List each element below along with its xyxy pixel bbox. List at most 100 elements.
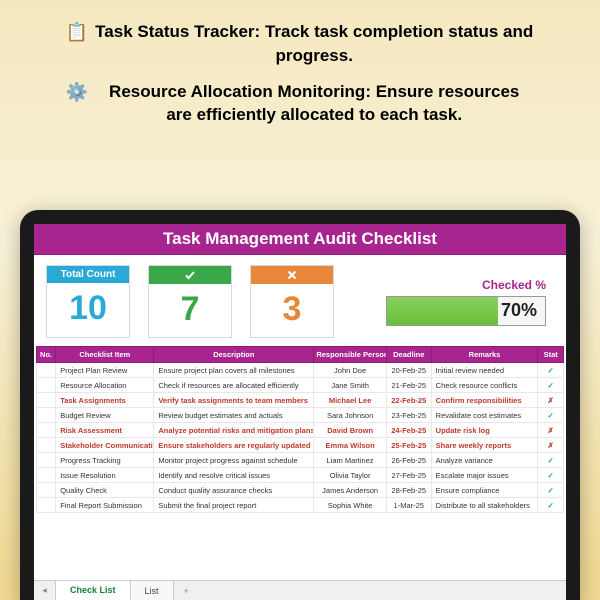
cell-person[interactable]: Emma Wilson: [314, 438, 387, 453]
cell-item[interactable]: Quality Check: [56, 483, 154, 498]
cell-no[interactable]: [37, 378, 56, 393]
check-icon: [149, 266, 231, 284]
cell-item[interactable]: Risk Assessment: [56, 423, 154, 438]
cell-status[interactable]: ✓: [538, 498, 564, 513]
cell-deadline[interactable]: 21-Feb-25: [386, 378, 431, 393]
tab-add[interactable]: +: [174, 581, 199, 600]
col-item[interactable]: Checklist Item: [56, 347, 154, 363]
cell-person[interactable]: David Brown: [314, 423, 387, 438]
progress-fill: [387, 297, 498, 325]
cell-deadline[interactable]: 23-Feb-25: [386, 408, 431, 423]
cell-remarks[interactable]: Confirm responsibilities: [431, 393, 538, 408]
cell-deadline[interactable]: 20-Feb-25: [386, 363, 431, 378]
promo-line-2-text: Resource Allocation Monitoring: Ensure r…: [94, 80, 534, 128]
cell-remarks[interactable]: Escalate major issues: [431, 468, 538, 483]
cell-deadline[interactable]: 22-Feb-25: [386, 393, 431, 408]
cell-person[interactable]: Sara Johnson: [314, 408, 387, 423]
cell-desc[interactable]: Conduct quality assurance checks: [154, 483, 314, 498]
cell-remarks[interactable]: Revalidate cost estimates: [431, 408, 538, 423]
gear-icon: ⚙️: [66, 80, 88, 105]
tab-check-list[interactable]: Check List: [56, 581, 131, 600]
cell-no[interactable]: [37, 408, 56, 423]
cell-no[interactable]: [37, 483, 56, 498]
cell-status[interactable]: ✓: [538, 468, 564, 483]
cell-no[interactable]: [37, 438, 56, 453]
cell-person[interactable]: Olivia Taylor: [314, 468, 387, 483]
tab-list[interactable]: List: [131, 581, 174, 600]
cell-desc[interactable]: Analyze potential risks and mitigation p…: [154, 423, 314, 438]
col-desc[interactable]: Description: [154, 347, 314, 363]
cell-deadline[interactable]: 1-Mar-25: [386, 498, 431, 513]
col-remarks[interactable]: Remarks: [431, 347, 538, 363]
cell-remarks[interactable]: Check resource conflicts: [431, 378, 538, 393]
cell-desc[interactable]: Review budget estimates and actuals: [154, 408, 314, 423]
cell-remarks[interactable]: Update risk log: [431, 423, 538, 438]
table-row[interactable]: Budget ReviewReview budget estimates and…: [37, 408, 564, 423]
promo-line-1-rest: Track task completion status and progres…: [265, 22, 533, 65]
cell-deadline[interactable]: 24-Feb-25: [386, 423, 431, 438]
cell-status[interactable]: ✓: [538, 408, 564, 423]
cell-item[interactable]: Resource Allocation: [56, 378, 154, 393]
table-row[interactable]: Final Report SubmissionSubmit the final …: [37, 498, 564, 513]
cell-status[interactable]: ✓: [538, 363, 564, 378]
progress-bar: 70%: [386, 296, 546, 326]
col-person[interactable]: Responsible Person: [314, 347, 387, 363]
cell-remarks[interactable]: Initial review needed: [431, 363, 538, 378]
cell-status[interactable]: ✓: [538, 378, 564, 393]
cell-item[interactable]: Issue Resolution: [56, 468, 154, 483]
table-row[interactable]: Quality CheckConduct quality assurance c…: [37, 483, 564, 498]
cell-no[interactable]: [37, 423, 56, 438]
cell-item[interactable]: Project Plan Review: [56, 363, 154, 378]
cell-person[interactable]: John Doe: [314, 363, 387, 378]
cell-status[interactable]: ✗: [538, 423, 564, 438]
cell-status[interactable]: ✗: [538, 393, 564, 408]
cell-person[interactable]: Liam Martinez: [314, 453, 387, 468]
cell-no[interactable]: [37, 393, 56, 408]
cell-deadline[interactable]: 25-Feb-25: [386, 438, 431, 453]
stat-fail-value: 3: [251, 284, 333, 337]
cell-status[interactable]: ✗: [538, 438, 564, 453]
cell-desc[interactable]: Check if resources are allocated efficie…: [154, 378, 314, 393]
cell-remarks[interactable]: Share weekly reports: [431, 438, 538, 453]
col-status[interactable]: Stat: [538, 347, 564, 363]
cell-person[interactable]: Sophia White: [314, 498, 387, 513]
cell-remarks[interactable]: Analyze variance: [431, 453, 538, 468]
tab-nav-spacer[interactable]: ◂: [34, 581, 56, 600]
cell-item[interactable]: Budget Review: [56, 408, 154, 423]
sheet-title: Task Management Audit Checklist: [34, 224, 566, 255]
cell-remarks[interactable]: Ensure compliance: [431, 483, 538, 498]
cell-deadline[interactable]: 28-Feb-25: [386, 483, 431, 498]
table-row[interactable]: Project Plan ReviewEnsure project plan c…: [37, 363, 564, 378]
table-row[interactable]: Task AssignmentsVerify task assignments …: [37, 393, 564, 408]
table-row[interactable]: Risk AssessmentAnalyze potential risks a…: [37, 423, 564, 438]
cell-status[interactable]: ✓: [538, 483, 564, 498]
cell-item[interactable]: Progress Tracking: [56, 453, 154, 468]
cell-person[interactable]: Michael Lee: [314, 393, 387, 408]
cell-remarks[interactable]: Distribute to all stakeholders: [431, 498, 538, 513]
cell-item[interactable]: Stakeholder Communication: [56, 438, 154, 453]
checklist-table[interactable]: No. Checklist Item Description Responsib…: [36, 346, 564, 513]
cell-deadline[interactable]: 26-Feb-25: [386, 453, 431, 468]
cell-item[interactable]: Final Report Submission: [56, 498, 154, 513]
cell-desc[interactable]: Ensure stakeholders are regularly update…: [154, 438, 314, 453]
cell-person[interactable]: Jane Smith: [314, 378, 387, 393]
cell-desc[interactable]: Identify and resolve critical issues: [154, 468, 314, 483]
cell-person[interactable]: James Anderson: [314, 483, 387, 498]
col-no[interactable]: No.: [37, 347, 56, 363]
cell-no[interactable]: [37, 453, 56, 468]
cell-desc[interactable]: Verify task assignments to team members: [154, 393, 314, 408]
cell-deadline[interactable]: 27-Feb-25: [386, 468, 431, 483]
cell-item[interactable]: Task Assignments: [56, 393, 154, 408]
col-deadline[interactable]: Deadline: [386, 347, 431, 363]
cell-no[interactable]: [37, 468, 56, 483]
cell-desc[interactable]: Submit the final project report: [154, 498, 314, 513]
cell-desc[interactable]: Monitor project progress against schedul…: [154, 453, 314, 468]
table-row[interactable]: Resource AllocationCheck if resources ar…: [37, 378, 564, 393]
table-row[interactable]: Stakeholder CommunicationEnsure stakehol…: [37, 438, 564, 453]
cell-no[interactable]: [37, 363, 56, 378]
table-row[interactable]: Progress TrackingMonitor project progres…: [37, 453, 564, 468]
cell-desc[interactable]: Ensure project plan covers all milestone…: [154, 363, 314, 378]
table-row[interactable]: Issue ResolutionIdentify and resolve cri…: [37, 468, 564, 483]
cell-status[interactable]: ✓: [538, 453, 564, 468]
cell-no[interactable]: [37, 498, 56, 513]
